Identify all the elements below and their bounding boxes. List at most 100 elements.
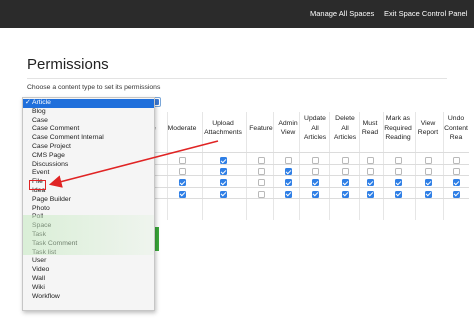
row-divider: [153, 164, 469, 166]
dropdown-option-case-comment-internal[interactable]: Case Comment Internal: [23, 134, 154, 143]
header-text: Required: [384, 124, 412, 132]
dropdown-option-article[interactable]: ✓ Article: [23, 99, 154, 108]
permission-checkbox[interactable]: [311, 179, 319, 187]
permission-checkbox[interactable]: [394, 168, 402, 176]
permission-checkbox[interactable]: [311, 190, 319, 198]
header-text: Mark as: [385, 115, 411, 122]
dropdown-option-task[interactable]: Task: [23, 231, 154, 240]
column-header: Update All Articles: [300, 114, 330, 143]
permission-checkbox[interactable]: [219, 157, 227, 164]
dropdown-option-workflow[interactable]: Workflow: [23, 293, 154, 302]
content-type-dropdown[interactable]: ✓ Article Blog Case Case Comment Case Comment…: [22, 97, 155, 311]
column-divider: [415, 112, 416, 220]
header-text: Rea: [449, 134, 463, 141]
permission-checkbox[interactable]: [424, 190, 432, 198]
dropdown-option-user[interactable]: User: [23, 257, 154, 266]
option-label: CMS Page: [32, 151, 65, 159]
option-label: Task: [32, 231, 46, 238]
permission-checkbox[interactable]: [284, 157, 292, 164]
permission-checkbox[interactable]: [178, 179, 186, 187]
permission-checkbox[interactable]: [219, 190, 227, 198]
permission-checkbox[interactable]: [219, 179, 227, 187]
dropdown-option-page-builder[interactable]: Page Builder: [23, 196, 154, 205]
permission-checkbox[interactable]: [257, 168, 265, 176]
permission-checkbox[interactable]: [424, 168, 432, 176]
column-divider: [329, 112, 330, 220]
header-text: Feature: [249, 124, 273, 132]
dropdown-option-case[interactable]: Case: [23, 117, 154, 126]
manage-all-spaces-link[interactable]: Manage All Spaces: [310, 9, 374, 18]
permission-checkbox[interactable]: [284, 168, 292, 176]
check-icon: ✓: [25, 99, 31, 106]
permission-checkbox[interactable]: [452, 168, 460, 176]
permission-checkbox[interactable]: [452, 157, 460, 164]
permission-checkbox[interactable]: [394, 179, 402, 187]
column-header: Mark as Required Reading: [381, 114, 415, 143]
permission-checkbox[interactable]: [311, 168, 319, 176]
dropdown-option-event[interactable]: Event: [23, 169, 154, 178]
option-label: Case Project: [32, 143, 71, 150]
permission-checkbox[interactable]: [178, 168, 186, 176]
dropdown-option-photo[interactable]: Photo: [23, 205, 154, 214]
dropdown-option-task-list[interactable]: Task list: [23, 249, 154, 258]
option-label: Event: [32, 169, 50, 177]
column-divider: [202, 112, 203, 220]
dropdown-option-space[interactable]: Space: [23, 222, 154, 231]
option-label: Wiki: [32, 283, 45, 291]
content-type-label: Choose a content type to set its permiss…: [27, 84, 161, 91]
permission-checkbox[interactable]: [178, 190, 186, 198]
permission-checkbox[interactable]: [341, 168, 349, 176]
row-divider: [153, 175, 469, 177]
permission-checkbox[interactable]: [394, 190, 402, 198]
option-label: Case Comment: [32, 125, 80, 133]
option-label: Wall: [32, 275, 45, 282]
permission-checkbox[interactable]: [284, 190, 292, 198]
permission-checkbox[interactable]: [284, 179, 292, 187]
dropdown-option-poll[interactable]: Poll: [23, 213, 154, 222]
permission-checkbox[interactable]: [394, 157, 402, 164]
option-label: Photo: [32, 204, 50, 212]
option-label: Task list: [32, 248, 57, 256]
option-label: Discussions: [32, 160, 69, 168]
exit-space-control-panel-link[interactable]: Exit Space Control Panel: [384, 9, 467, 18]
permission-checkbox[interactable]: [341, 190, 349, 198]
permission-checkbox[interactable]: [366, 179, 374, 187]
permission-checkbox[interactable]: [424, 179, 432, 187]
permission-checkbox[interactable]: [341, 157, 349, 164]
option-label: Poll: [32, 213, 44, 221]
dropdown-option-case-comment[interactable]: Case Comment: [23, 125, 154, 134]
permission-checkbox[interactable]: [257, 179, 265, 187]
header-text: Read: [361, 129, 379, 137]
permission-checkbox[interactable]: [257, 157, 265, 164]
header-text: All: [311, 124, 319, 132]
save-button-edge[interactable]: [155, 227, 159, 251]
header-text: Attachments: [204, 129, 242, 137]
option-label: Space: [32, 222, 52, 230]
dropdown-option-cms-page[interactable]: CMS Page: [23, 152, 154, 161]
dropdown-option-discussions[interactable]: Discussions: [23, 161, 154, 170]
option-label: Blog: [32, 107, 46, 115]
permission-checkbox[interactable]: [178, 157, 186, 164]
permission-checkbox[interactable]: [366, 190, 374, 198]
permission-checkbox[interactable]: [424, 157, 432, 164]
header-divider: [153, 152, 469, 153]
column-header: Moderate: [164, 124, 200, 134]
column-header: Undo Content Rea: [443, 114, 469, 143]
dropdown-option-wall[interactable]: Wall: [23, 275, 154, 284]
permission-checkbox[interactable]: [366, 157, 374, 164]
permission-checkbox[interactable]: [452, 179, 460, 187]
permission-checkbox[interactable]: [452, 190, 460, 198]
dropdown-option-video[interactable]: Video: [23, 266, 154, 275]
permission-checkbox[interactable]: [257, 190, 265, 198]
permission-checkbox[interactable]: [366, 168, 374, 176]
file-option-highlight: [29, 180, 46, 190]
permission-checkbox[interactable]: [219, 168, 227, 176]
dropdown-option-blog[interactable]: Blog: [23, 108, 154, 117]
column-header: Admin View: [276, 119, 300, 138]
dropdown-option-task-comment[interactable]: Task Comment: [23, 240, 154, 249]
dropdown-option-wiki[interactable]: Wiki: [23, 284, 154, 293]
permission-checkbox[interactable]: [311, 157, 319, 164]
dropdown-option-case-project[interactable]: Case Project: [23, 143, 154, 152]
permission-checkbox[interactable]: [341, 179, 349, 187]
header-text: Articles: [303, 134, 327, 141]
